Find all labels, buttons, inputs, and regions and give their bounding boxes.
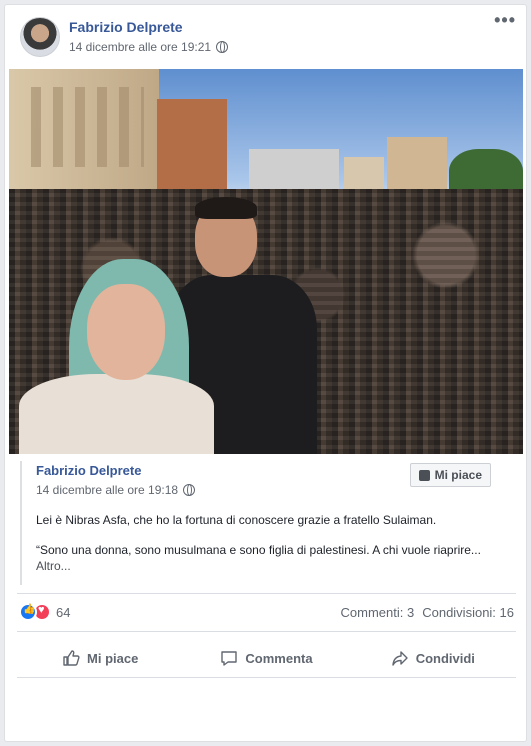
post-author[interactable]: Fabrizio Delprete [69, 19, 183, 35]
shared-post-timestamp[interactable]: 14 dicembre alle ore 19:18 [36, 483, 178, 497]
divider [17, 593, 516, 594]
comment-icon [220, 649, 238, 667]
post-meta: 14 dicembre alle ore 19:21 [69, 40, 229, 54]
thumbs-up-icon [418, 469, 430, 481]
like-reaction-icon [19, 603, 37, 621]
like-label: Mi piace [87, 650, 139, 666]
thumbs-up-icon [62, 649, 80, 667]
reaction-count: 64 [56, 604, 71, 620]
shared-post: Fabrizio Delprete 14 dicembre alle ore 1… [20, 461, 515, 585]
shared-post-author[interactable]: Fabrizio Delprete [36, 463, 141, 478]
like-page-label: Mi piace [434, 468, 482, 482]
globe-icon [183, 484, 196, 496]
photo-building [387, 137, 447, 197]
like-page-button[interactable]: Mi piace [409, 463, 491, 487]
engagement-counts: Commenti: 3 Condivisioni: 16 [341, 605, 514, 620]
photo-person-woman [19, 254, 214, 454]
post-photo[interactable] [9, 69, 523, 454]
shared-post-meta: 14 dicembre alle ore 19:18 [36, 483, 196, 497]
share-icon [391, 649, 409, 667]
divider [17, 677, 516, 678]
comments-count[interactable]: Commenti: 3 [341, 605, 415, 620]
shared-post-quote: “Sono una donna, sono musulmana e sono f… [36, 543, 481, 557]
comment-button[interactable]: Commenta [183, 639, 349, 677]
action-bar: Mi piace Commenta Condividi [17, 639, 516, 677]
post-header: Fabrizio Delprete 14 dicembre alle ore 1… [5, 5, 526, 69]
share-button[interactable]: Condividi [350, 639, 516, 677]
shared-post-text: Lei è Nibras Asfa, che ho la fortuna di … [36, 513, 437, 527]
avatar[interactable] [20, 17, 60, 57]
globe-icon [216, 41, 229, 53]
share-label: Condividi [415, 650, 475, 666]
divider [17, 631, 516, 632]
more-options-button[interactable]: ••• [494, 11, 516, 29]
see-more-link[interactable]: Altro... [36, 559, 71, 573]
reactions-summary[interactable]: 64 [19, 603, 70, 621]
shares-count[interactable]: Condivisioni: 16 [422, 605, 514, 620]
photo-building [9, 69, 159, 194]
post-timestamp[interactable]: 14 dicembre alle ore 19:21 [69, 40, 211, 54]
like-button[interactable]: Mi piace [17, 639, 183, 677]
comment-label: Commenta [245, 650, 313, 666]
photo-building [157, 99, 227, 194]
post-card: Fabrizio Delprete 14 dicembre alle ore 1… [4, 4, 527, 742]
